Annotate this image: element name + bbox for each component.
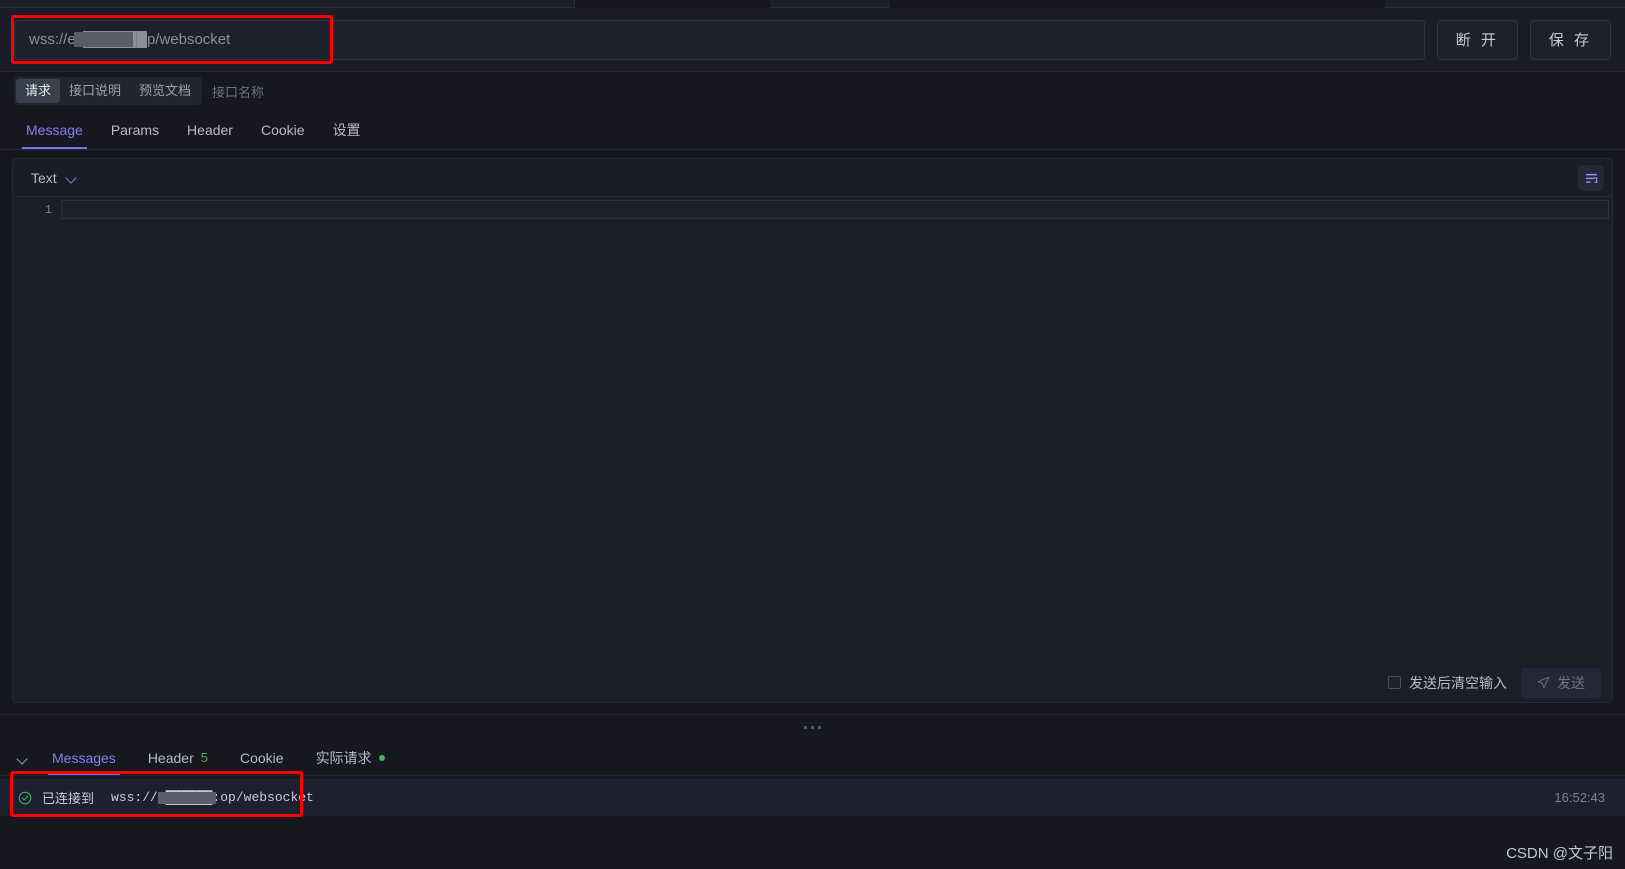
message-label: 已连接到 [42, 791, 95, 806]
clear-after-send-label: 发送后清空输入 [1409, 674, 1507, 691]
segment-request[interactable]: 请求 [16, 79, 61, 103]
bottom-tab-messages[interactable]: Messages [36, 740, 132, 775]
bottom-tab-messages-label: Messages [52, 749, 116, 766]
checkbox-box-icon [1388, 676, 1401, 689]
window-tab-strip [0, 0, 1625, 8]
request-tabs: Message Params Header Cookie 设置 [0, 110, 1625, 150]
bottom-tab-cookie[interactable]: Cookie [224, 740, 300, 775]
messages-list: 已连接到 wss://c██████:op/websocket 16:52:43 [0, 776, 1625, 836]
format-lines-icon[interactable] [1578, 165, 1604, 191]
chevron-down-icon [17, 755, 27, 761]
websocket-debug-app: 断 开 保 存 请求 接口说明 预览文档 接口名称 Message Params… [0, 0, 1625, 869]
clear-after-send-checkbox[interactable]: 发送后清空输入 [1388, 673, 1507, 693]
paper-plane-icon [1537, 676, 1550, 689]
message-body-textarea[interactable] [61, 197, 1612, 702]
line-number: 1 [44, 203, 52, 217]
bottom-tab-header[interactable]: Header 5 [132, 740, 224, 775]
send-bar: 发送后清空输入 发送 [12, 660, 1613, 705]
send-button[interactable]: 发送 [1521, 667, 1601, 698]
message-redaction-block [158, 792, 217, 804]
save-button[interactable]: 保 存 [1529, 19, 1611, 60]
chevron-down-icon [67, 174, 78, 181]
header-count-badge: 5 [200, 750, 208, 765]
bottom-tab-actual-request[interactable]: 实际请求 [300, 740, 401, 775]
message-editor-panel: Text 1 [12, 158, 1613, 703]
tab-strip-segment-1[interactable] [0, 0, 575, 8]
tab-strip-segment-3[interactable] [1385, 0, 1625, 8]
panel-splitter[interactable] [0, 714, 1625, 740]
segment-preview-doc[interactable]: 预览文档 [130, 79, 200, 103]
bottom-tab-actual-request-label: 实际请求 [315, 749, 372, 766]
tab-params[interactable]: Params [97, 110, 173, 149]
watermark: CSDN @文子阳 [1506, 845, 1613, 862]
editor-gutter: 1 [13, 197, 61, 702]
request-mode-row: 请求 接口说明 预览文档 接口名称 [0, 72, 1625, 110]
bottom-tab-header-label: Header [147, 749, 194, 766]
request-mode-segmented: 请求 接口说明 预览文档 [14, 77, 203, 105]
tab-settings[interactable]: 设置 [319, 110, 375, 149]
message-timestamp: 16:52:43 [1554, 790, 1605, 805]
collapse-panel-button[interactable] [8, 740, 36, 775]
message-content: 已连接到 wss://c██████:op/websocket [18, 788, 1554, 807]
tab-header[interactable]: Header [173, 110, 247, 149]
tab-cookie[interactable]: Cookie [247, 110, 319, 149]
code-editor: 1 [13, 197, 1612, 702]
body-type-label: Text [31, 169, 57, 186]
interface-name-field[interactable]: 接口名称 [212, 82, 264, 101]
url-input-wrapper [11, 14, 1425, 64]
response-tabs: Messages Header 5 Cookie 实际请求 [0, 740, 1625, 776]
websocket-url-input[interactable] [14, 19, 1425, 60]
status-dot-icon [378, 754, 385, 761]
editor-toolbar: Text [13, 159, 1612, 197]
drag-handle-dots-icon [804, 726, 821, 729]
check-circle-icon [18, 791, 32, 804]
bottom-tab-cookie-label: Cookie [239, 749, 284, 766]
send-button-label: 发送 [1557, 674, 1585, 691]
url-bar: 断 开 保 存 [0, 8, 1625, 72]
segment-api-description[interactable]: 接口说明 [60, 79, 130, 103]
disconnect-button[interactable]: 断 开 [1436, 19, 1518, 60]
body-type-select[interactable]: Text [31, 170, 78, 186]
tab-strip-segment-2[interactable] [770, 0, 890, 8]
tab-message[interactable]: Message [12, 110, 97, 149]
table-row[interactable]: 已连接到 wss://c██████:op/websocket 16:52:43 [0, 779, 1625, 816]
message-url: wss://c██████:op/websocket [111, 790, 314, 805]
